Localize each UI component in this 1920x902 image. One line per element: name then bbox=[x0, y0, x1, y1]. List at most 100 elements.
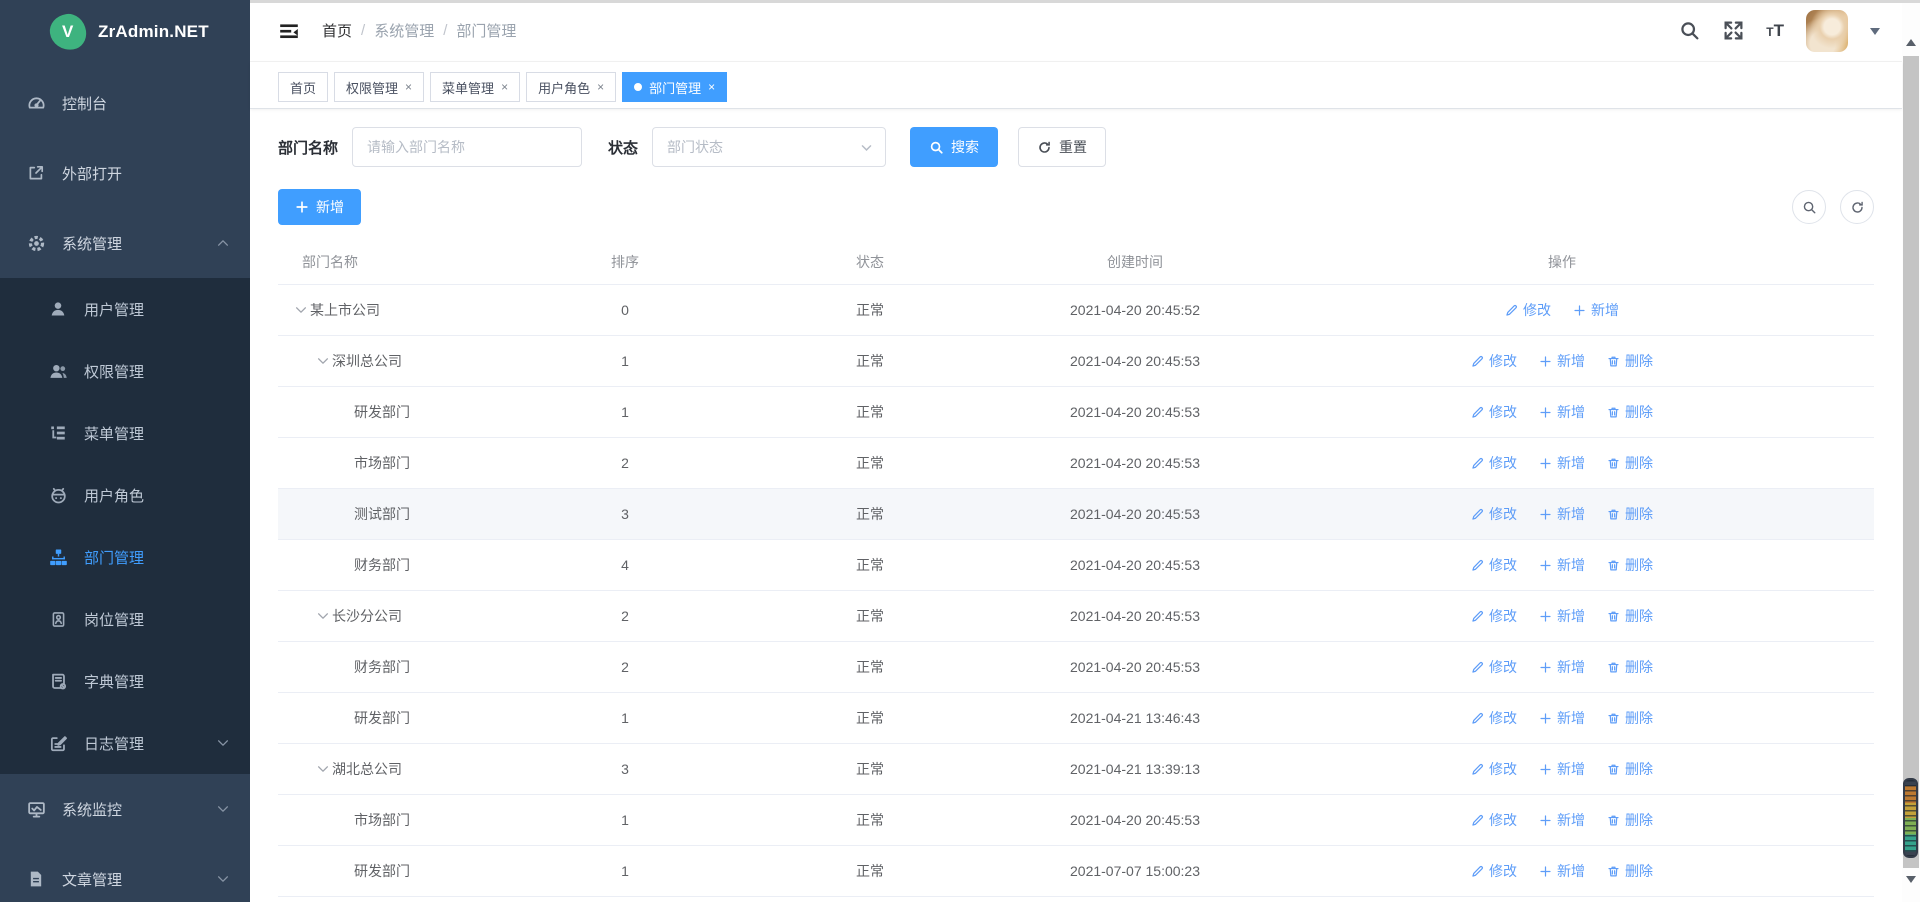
add-link[interactable]: 新增 bbox=[1539, 810, 1585, 830]
sidebar-item-label: 系统管理 bbox=[62, 233, 216, 254]
edit-link[interactable]: 修改 bbox=[1471, 351, 1517, 371]
app-logo-row[interactable]: V ZrAdmin.NET bbox=[0, 0, 250, 64]
user-menu-caret-icon[interactable] bbox=[1870, 28, 1880, 40]
scrollbar-thumb[interactable] bbox=[1903, 778, 1918, 858]
tab-用户角色[interactable]: 用户角色× bbox=[526, 72, 616, 102]
add-link[interactable]: 新增 bbox=[1539, 555, 1585, 575]
menu-fold-icon[interactable] bbox=[278, 20, 300, 42]
tree-expand-icon[interactable] bbox=[314, 352, 332, 370]
edit-link[interactable]: 修改 bbox=[1471, 708, 1517, 728]
sidebar-item-label: 菜单管理 bbox=[84, 423, 230, 444]
add-link[interactable]: 新增 bbox=[1539, 402, 1585, 422]
close-icon[interactable]: × bbox=[597, 81, 604, 93]
delete-link[interactable]: 删除 bbox=[1607, 555, 1653, 575]
fullscreen-icon[interactable] bbox=[1722, 20, 1744, 42]
sort-cell: 1 bbox=[530, 353, 720, 369]
font-size-icon[interactable]: TT bbox=[1766, 21, 1784, 41]
search-button[interactable]: 搜索 bbox=[910, 127, 998, 167]
sidebar-item-badge[interactable]: 岗位管理 bbox=[0, 588, 250, 650]
table-row: 研发部门1正常2021-07-07 15:00:23修改新增删除 bbox=[278, 846, 1874, 897]
edit-link[interactable]: 修改 bbox=[1471, 606, 1517, 626]
delete-link[interactable]: 删除 bbox=[1607, 759, 1653, 779]
sidebar-item-org-tree[interactable]: 部门管理 bbox=[0, 526, 250, 588]
delete-link[interactable]: 删除 bbox=[1607, 810, 1653, 830]
user-avatar[interactable] bbox=[1806, 10, 1848, 52]
delete-link[interactable]: 删除 bbox=[1607, 657, 1653, 677]
sidebar-item-monitor[interactable]: 系统监控 bbox=[0, 774, 250, 844]
sidebar-item-article[interactable]: 文章管理 bbox=[0, 844, 250, 902]
status-cell: 正常 bbox=[720, 351, 1020, 371]
delete-link[interactable]: 删除 bbox=[1607, 708, 1653, 728]
dept-name-cell: 财务部门 bbox=[278, 657, 530, 677]
edit-link[interactable]: 修改 bbox=[1471, 504, 1517, 524]
tab-菜单管理[interactable]: 菜单管理× bbox=[430, 72, 520, 102]
sort-cell: 1 bbox=[530, 812, 720, 828]
tab-权限管理[interactable]: 权限管理× bbox=[334, 72, 424, 102]
sidebar-item-external-link[interactable]: 外部打开 bbox=[0, 138, 250, 208]
add-link[interactable]: 新增 bbox=[1573, 300, 1619, 320]
add-link[interactable]: 新增 bbox=[1539, 453, 1585, 473]
delete-link[interactable]: 删除 bbox=[1607, 861, 1653, 881]
sidebar-item-role[interactable]: 用户角色 bbox=[0, 464, 250, 526]
delete-link[interactable]: 删除 bbox=[1607, 351, 1653, 371]
edit-link[interactable]: 修改 bbox=[1471, 810, 1517, 830]
dept-name-input[interactable]: 请输入部门名称 bbox=[352, 127, 582, 167]
dept-name-cell: 市场部门 bbox=[278, 453, 530, 473]
app-logo-icon: V bbox=[48, 12, 89, 53]
dept-name-cell: 研发部门 bbox=[278, 708, 530, 728]
search-icon[interactable] bbox=[1678, 20, 1700, 42]
tree-expand-icon[interactable] bbox=[314, 607, 332, 625]
edit-link[interactable]: 修改 bbox=[1471, 402, 1517, 422]
sidebar-item-gear[interactable]: 系统管理 bbox=[0, 208, 250, 278]
add-icon bbox=[1539, 508, 1552, 521]
add-link[interactable]: 新增 bbox=[1539, 708, 1585, 728]
close-icon[interactable]: × bbox=[501, 81, 508, 93]
delete-link[interactable]: 删除 bbox=[1607, 504, 1653, 524]
scrollbar-down-arrow-icon[interactable] bbox=[1906, 876, 1916, 888]
sort-cell: 4 bbox=[530, 557, 720, 573]
toggle-search-button[interactable] bbox=[1792, 190, 1826, 224]
edit-link[interactable]: 修改 bbox=[1471, 555, 1517, 575]
actions-cell: 修改 新增 删除 bbox=[1250, 402, 1874, 422]
sidebar-item-user[interactable]: 用户管理 bbox=[0, 278, 250, 340]
sidebar-item-label: 岗位管理 bbox=[84, 609, 230, 630]
delete-link[interactable]: 删除 bbox=[1607, 606, 1653, 626]
sidebar-item-log[interactable]: 日志管理 bbox=[0, 712, 250, 774]
add-link[interactable]: 新增 bbox=[1539, 657, 1585, 677]
edit-link[interactable]: 修改 bbox=[1505, 300, 1551, 320]
sidebar-item-menu-tree[interactable]: 菜单管理 bbox=[0, 402, 250, 464]
add-link[interactable]: 新增 bbox=[1539, 759, 1585, 779]
browser-scrollbar[interactable] bbox=[1902, 0, 1920, 902]
scrollbar-track[interactable] bbox=[1903, 56, 1919, 868]
add-icon bbox=[1539, 865, 1552, 878]
tree-expand-icon[interactable] bbox=[314, 760, 332, 778]
breadcrumb-item[interactable]: 首页 bbox=[322, 20, 352, 41]
reset-button[interactable]: 重置 bbox=[1018, 127, 1106, 167]
add-link[interactable]: 新增 bbox=[1539, 504, 1585, 524]
sidebar-item-label: 权限管理 bbox=[84, 361, 230, 382]
add-link[interactable]: 新增 bbox=[1539, 351, 1585, 371]
refresh-button[interactable] bbox=[1840, 190, 1874, 224]
edit-icon bbox=[1471, 559, 1484, 572]
tab-首页[interactable]: 首页 bbox=[278, 72, 328, 102]
edit-link[interactable]: 修改 bbox=[1471, 657, 1517, 677]
edit-link[interactable]: 修改 bbox=[1471, 453, 1517, 473]
tree-expand-icon[interactable] bbox=[292, 301, 310, 319]
delete-link[interactable]: 删除 bbox=[1607, 402, 1653, 422]
add-link[interactable]: 新增 bbox=[1539, 606, 1585, 626]
add-link[interactable]: 新增 bbox=[1539, 861, 1585, 881]
sidebar-item-dashboard[interactable]: 控制台 bbox=[0, 68, 250, 138]
created-cell: 2021-04-21 13:39:13 bbox=[1020, 761, 1250, 777]
status-select[interactable]: 部门状态 bbox=[652, 127, 886, 167]
delete-link[interactable]: 删除 bbox=[1607, 453, 1653, 473]
tab-部门管理[interactable]: 部门管理× bbox=[622, 72, 727, 102]
edit-link[interactable]: 修改 bbox=[1471, 861, 1517, 881]
add-button[interactable]: 新增 bbox=[278, 189, 361, 225]
sidebar-item-users[interactable]: 权限管理 bbox=[0, 340, 250, 402]
edit-icon bbox=[1471, 457, 1484, 470]
close-icon[interactable]: × bbox=[405, 81, 412, 93]
edit-link[interactable]: 修改 bbox=[1471, 759, 1517, 779]
close-icon[interactable]: × bbox=[708, 81, 715, 93]
scrollbar-up-arrow-icon[interactable] bbox=[1906, 34, 1916, 46]
sidebar-item-dictionary[interactable]: 字典管理 bbox=[0, 650, 250, 712]
